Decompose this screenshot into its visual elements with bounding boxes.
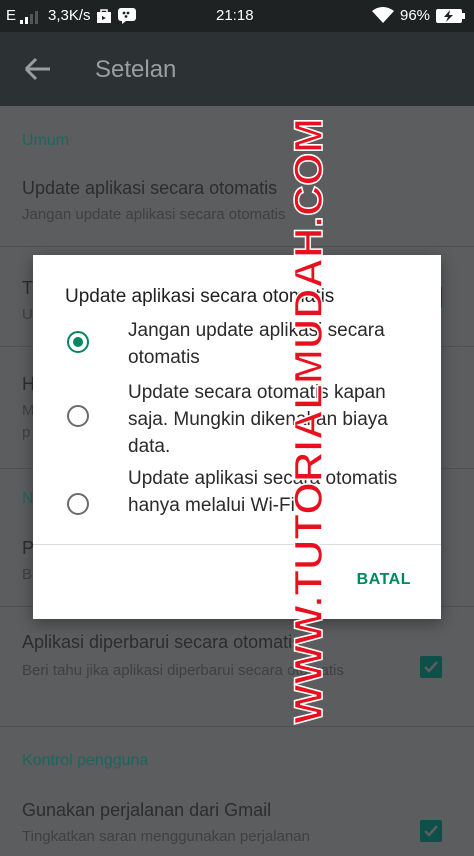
dialog-title: Update aplikasi secara otomatis	[65, 286, 335, 307]
shopping-bag-icon	[96, 8, 112, 28]
setting-gmail-trips[interactable]: Gunakan perjalanan dari Gmail Tingkatkan…	[0, 786, 474, 856]
auto-update-dialog: Update aplikasi secara otomatis Jangan u…	[33, 255, 441, 619]
page-title: Setelan	[95, 56, 177, 83]
divider	[0, 726, 474, 727]
section-header-kontrol: Kontrol pengguna	[22, 752, 149, 769]
radio-unselected-icon[interactable]	[67, 405, 89, 427]
clock: 21:18	[216, 7, 254, 24]
setting-title: Aplikasi diperbarui secara otomatis	[22, 632, 302, 652]
setting-title: Gunakan perjalanan dari Gmail	[22, 800, 272, 820]
option-update-wifi-only[interactable]: Update aplikasi secara otomatis hanya me…	[33, 465, 441, 545]
dialog-divider	[33, 544, 441, 545]
setting-subtitle: Tingkatkan saran menggunakan perjalanan	[22, 828, 310, 845]
setting-subtitle: Jangan update aplikasi secara otomatis	[22, 206, 286, 223]
bbm-icon	[118, 8, 136, 28]
cancel-button[interactable]: BATAL	[357, 571, 411, 589]
setting-subtitle: Beri tahu jika aplikasi diperbarui secar…	[22, 662, 344, 679]
setting-title: Update aplikasi secara otomatis	[22, 178, 278, 198]
option-label: Update secara otomatis kapan saja. Mungk…	[128, 382, 388, 457]
section-header-notifikasi: N	[22, 490, 34, 507]
status-bar: E 3,3K/s 21:18 96%	[0, 0, 474, 32]
network-speed: 3,3K/s	[48, 7, 91, 24]
setting-title: T	[22, 278, 33, 298]
option-never-update[interactable]: Jangan update aplikasi secara otomatis	[33, 317, 441, 373]
option-label: Update aplikasi secara otomatis hanya me…	[128, 468, 398, 516]
radio-selected-icon[interactable]	[67, 331, 89, 353]
setting-app-updated-notification[interactable]: Aplikasi diperbarui secara otomatis Beri…	[0, 608, 474, 724]
checkbox-app-updated[interactable]	[420, 656, 442, 678]
signal-icon	[20, 10, 40, 28]
setting-auto-update[interactable]: Update aplikasi secara otomatis Jangan u…	[0, 166, 474, 244]
battery-charging-icon	[436, 9, 466, 27]
option-label: Jangan update aplikasi secara otomatis	[128, 320, 385, 368]
option-update-anytime[interactable]: Update secara otomatis kapan saja. Mungk…	[33, 379, 441, 461]
radio-unselected-icon[interactable]	[67, 493, 89, 515]
section-header-umum: Umum	[22, 132, 70, 149]
divider	[0, 246, 474, 247]
network-type: E	[6, 7, 17, 24]
battery-percent: 96%	[400, 7, 431, 24]
app-bar: Setelan	[0, 32, 474, 106]
checkbox-gmail-trips[interactable]	[420, 820, 442, 842]
wifi-icon	[372, 7, 394, 27]
back-arrow-icon[interactable]	[18, 54, 58, 84]
